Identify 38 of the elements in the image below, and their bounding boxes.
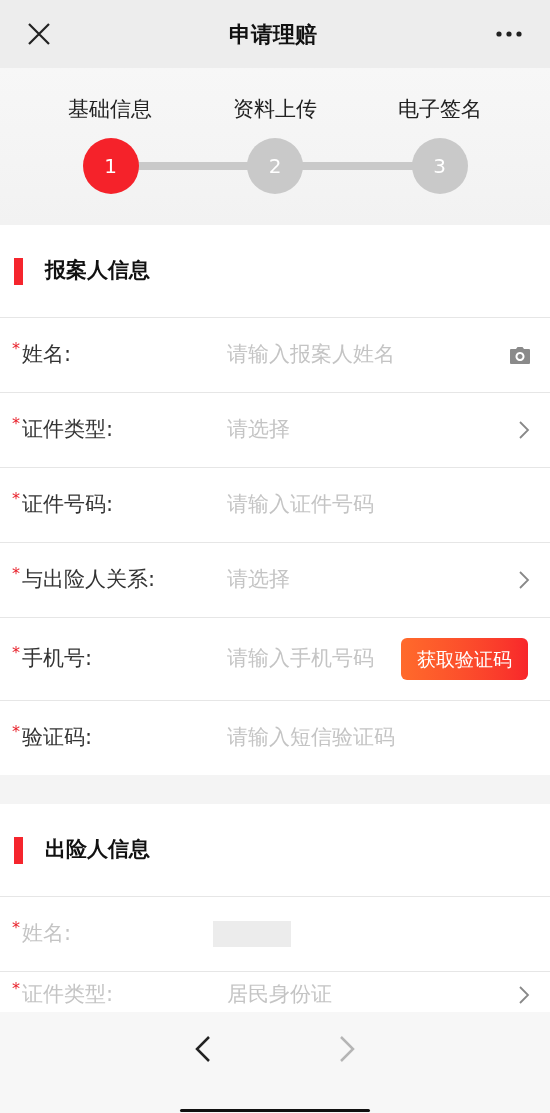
input-field[interactable]: 请输入短信验证码 (227, 722, 530, 754)
input-field[interactable]: 请输入证件号码 (227, 489, 530, 521)
camera-icon[interactable] (510, 346, 530, 364)
required-mark: * (12, 563, 20, 586)
page-title: 申请理赔 (229, 20, 317, 49)
required-mark: * (12, 413, 20, 436)
back-chevron-icon[interactable] (195, 1035, 211, 1063)
required-mark: * (12, 917, 20, 940)
step-label: 资料上传 (232, 96, 318, 123)
required-mark: * (12, 642, 20, 665)
input-field[interactable]: 请输入手机号码 (227, 643, 393, 675)
input-field[interactable]: 请选择 (227, 414, 519, 446)
required-mark: * (12, 721, 20, 744)
field-label: 与出险人关系: (22, 566, 156, 594)
required-mark: * (12, 338, 20, 361)
field-label: 姓名: (22, 341, 72, 369)
step-label: 基础信息 (67, 96, 153, 123)
required-mark: * (12, 488, 20, 511)
section-marker (14, 257, 23, 285)
section-title: 出险人信息 (45, 836, 150, 864)
input-field[interactable]: 请输入报案人姓名 (227, 339, 510, 371)
chevron-right-icon (519, 985, 530, 1004)
field-label: 证件类型: (22, 416, 114, 444)
input-field[interactable]: 请选择 (227, 564, 519, 596)
section-title: 报案人信息 (45, 257, 150, 285)
field-label: 证件号码: (22, 491, 114, 519)
field-label: 手机号: (22, 645, 93, 673)
step-label: 电子签名 (397, 96, 483, 123)
field-label: 姓名: (22, 920, 72, 948)
chevron-right-icon (519, 421, 530, 439)
section-marker (14, 836, 23, 864)
required-mark: * (12, 978, 20, 1000)
chevron-right-icon (519, 571, 530, 589)
more-icon[interactable] (496, 31, 522, 37)
field-label: 证件类型: (22, 981, 114, 1008)
get-code-button[interactable]: 获取验证码 (401, 638, 528, 680)
close-icon[interactable] (28, 23, 50, 45)
field-label: 验证码: (22, 724, 93, 752)
